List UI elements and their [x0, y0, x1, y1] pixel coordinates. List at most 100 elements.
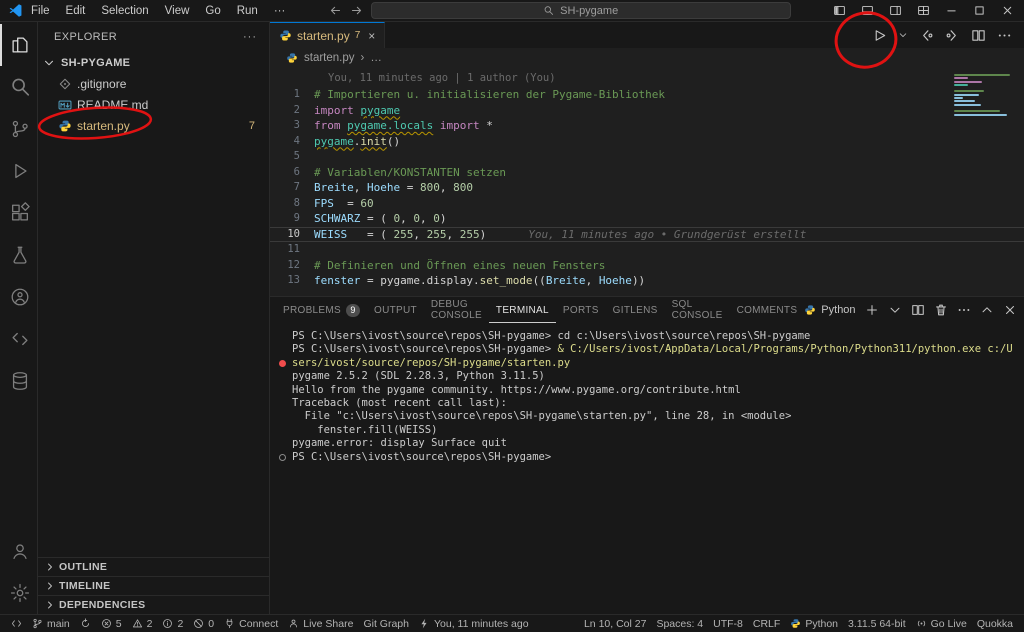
status-git-graph[interactable]: Git Graph: [358, 615, 414, 632]
status-spaces-4[interactable]: Spaces: 4: [651, 615, 708, 632]
code-editor[interactable]: You, 11 minutes ago | 1 author (You) 1# …: [270, 68, 1024, 296]
status-go-live[interactable]: Go Live: [911, 615, 972, 632]
status-ln-10-col-27[interactable]: Ln 10, Col 27: [579, 615, 651, 632]
menu-run[interactable]: Run: [229, 5, 266, 17]
menu-go[interactable]: Go: [197, 5, 228, 17]
code-line-3: 3from pygame.locals import *: [270, 118, 1024, 134]
status-connect[interactable]: Connect: [219, 615, 283, 632]
layout-panel-icon: [861, 4, 874, 17]
minimap[interactable]: [954, 74, 1012, 117]
code-text: # Importieren u. initialisieren der Pyga…: [314, 87, 665, 103]
tree-root-folder[interactable]: SH-PYGAME: [38, 52, 269, 73]
status-2[interactable]: 2: [157, 615, 188, 632]
panel-tab-ports[interactable]: PORTS: [556, 297, 606, 323]
activity-account[interactable]: [0, 530, 37, 572]
close-button[interactable]: [994, 0, 1020, 22]
file-gitignore[interactable]: .gitignore: [38, 73, 269, 94]
section-timeline[interactable]: TIMELINE: [38, 576, 269, 595]
layout-secondary-button[interactable]: [882, 0, 908, 22]
terminal-line-8: fenster.fill(WEISS): [278, 424, 1024, 437]
activity-remote-explorer[interactable]: [0, 318, 37, 360]
status-2[interactable]: 2: [127, 615, 158, 632]
activity-database[interactable]: [0, 360, 37, 402]
close-icon[interactable]: [1003, 303, 1017, 317]
history-back-icon[interactable]: [329, 4, 342, 17]
menu-[interactable]: ···: [266, 5, 294, 17]
plus-icon[interactable]: [865, 303, 879, 317]
sidebar-title: EXPLORER: [54, 31, 117, 43]
file-name: starten.py: [77, 119, 130, 133]
activity-settings[interactable]: [0, 572, 37, 614]
activity-run-debug[interactable]: [0, 150, 37, 192]
breadcrumb-symbol[interactable]: …: [370, 52, 382, 64]
more-icon[interactable]: [957, 303, 971, 317]
more-icon[interactable]: [997, 28, 1012, 43]
status-label: 2: [147, 618, 153, 630]
chevron-up-icon[interactable]: [980, 303, 994, 317]
menu-edit[interactable]: Edit: [58, 5, 94, 17]
panel-tab-gitlens[interactable]: GITLENS: [606, 297, 665, 323]
sidebar-more-actions[interactable]: ···: [243, 31, 257, 43]
tab-problems-badge: 7: [355, 30, 361, 41]
status-main[interactable]: main: [27, 615, 75, 632]
status-sync[interactable]: [75, 615, 96, 632]
panel-tab-sql-console[interactable]: SQL CONSOLE: [665, 297, 730, 323]
run-icon[interactable]: [872, 28, 887, 43]
minimize-button[interactable]: [938, 0, 964, 22]
file-readme-md[interactable]: README.md: [38, 94, 269, 115]
activity-live-share[interactable]: [0, 276, 37, 318]
status-quokka[interactable]: Quokka: [972, 615, 1018, 632]
trash-icon[interactable]: [934, 303, 948, 317]
status-crlf[interactable]: CRLF: [748, 615, 785, 632]
panel-actions: Python: [804, 297, 1024, 323]
history-forward-icon[interactable]: [350, 4, 363, 17]
panel-tab-problems[interactable]: PROBLEMS9: [276, 297, 367, 323]
breadcrumb-file[interactable]: starten.py: [304, 52, 355, 64]
terminal-output[interactable]: PS C:\Users\ivost\source\repos\SH-pygame…: [270, 323, 1024, 614]
layout-panel-button[interactable]: [854, 0, 880, 22]
status-you-11-minutes-ago[interactable]: You, 11 minutes ago: [414, 615, 534, 632]
maximize-button[interactable]: [966, 0, 992, 22]
activity-source-control[interactable]: [0, 108, 37, 150]
activity-extensions[interactable]: [0, 192, 37, 234]
activity-search[interactable]: [0, 66, 37, 108]
section-dependencies[interactable]: DEPENDENCIES: [38, 595, 269, 614]
command-center-search[interactable]: SH-pygame: [371, 2, 791, 19]
layout-sidebar-button[interactable]: [826, 0, 852, 22]
panel-tab-debug-console[interactable]: DEBUG CONSOLE: [424, 297, 489, 323]
activity-testing[interactable]: [0, 234, 37, 276]
prev-change-icon[interactable]: [919, 28, 934, 43]
section-outline[interactable]: OUTLINE: [38, 557, 269, 576]
next-change-icon[interactable]: [945, 28, 960, 43]
panel-tab-output[interactable]: OUTPUT: [367, 297, 424, 323]
panel-tab-terminal[interactable]: TERMINAL: [489, 297, 556, 323]
error-marker: [279, 360, 286, 367]
breadcrumb[interactable]: starten.py › …: [270, 48, 1024, 68]
status-5[interactable]: 5: [96, 615, 127, 632]
split-icon[interactable]: [971, 28, 986, 43]
status-python[interactable]: Python: [785, 615, 843, 632]
status-3-11-5-64-bit[interactable]: 3.11.5 64-bit: [843, 615, 911, 632]
file-starten-py[interactable]: starten.py7: [38, 115, 269, 136]
split-icon[interactable]: [911, 303, 925, 317]
activity-explorer[interactable]: [0, 24, 37, 66]
status-live-share[interactable]: Live Share: [283, 615, 358, 632]
status-0[interactable]: 0: [188, 615, 219, 632]
code-text: import pygame: [314, 103, 400, 119]
explorer-sidebar: EXPLORER ··· SH-PYGAME .gitignoreREADME.…: [38, 22, 270, 614]
code-text: # Variablen/KONSTANTEN setzen: [314, 165, 506, 181]
menu-view[interactable]: View: [157, 5, 198, 17]
chevron-down-icon[interactable]: [888, 303, 902, 317]
tab-starten-py[interactable]: starten.py 7 ×: [270, 22, 385, 48]
breadcrumb-separator: ›: [361, 52, 365, 64]
problems-count-badge: 9: [346, 304, 360, 317]
status-utf-8[interactable]: UTF-8: [708, 615, 748, 632]
tab-close-icon[interactable]: ×: [368, 29, 375, 43]
chevron-down-icon[interactable]: [898, 30, 908, 40]
layout-grid-button[interactable]: [910, 0, 936, 22]
terminal-shell-selector[interactable]: Python: [804, 304, 855, 316]
panel-tab-comments[interactable]: COMMENTS: [730, 297, 805, 323]
menu-selection[interactable]: Selection: [93, 5, 156, 17]
menu-file[interactable]: File: [23, 5, 58, 17]
status-remote[interactable]: [6, 615, 27, 632]
